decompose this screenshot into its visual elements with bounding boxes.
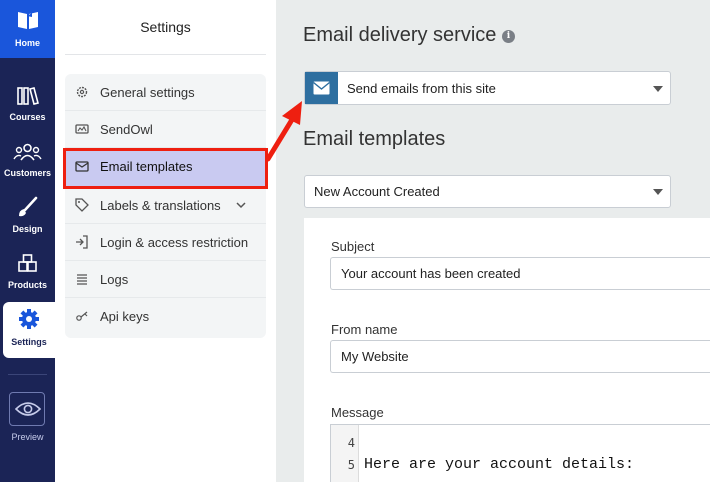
chevron-down-icon[interactable] — [235, 199, 247, 211]
email-templates-heading: Email templates — [303, 128, 446, 150]
rail-design-label: Design — [12, 224, 43, 234]
template-select-value: New Account Created — [314, 184, 440, 199]
rail-products[interactable]: Products — [0, 248, 55, 304]
email-delivery-heading: Email delivery service — [303, 24, 497, 46]
menu-item-label: Labels & translations — [100, 198, 221, 213]
gear-icon — [19, 309, 39, 329]
preview-button[interactable] — [9, 392, 45, 426]
eye-icon — [15, 402, 41, 416]
rail-courses[interactable]: Courses — [0, 80, 55, 136]
menu-item-label: SendOwl — [100, 122, 153, 137]
from-name-label: From name — [331, 322, 398, 337]
settings-divider — [65, 54, 266, 55]
rail-home-label: Home — [14, 38, 40, 48]
menu-item-label: Api keys — [100, 309, 150, 324]
code-line-5: Here are your account details: — [364, 456, 635, 473]
editor-gutter: 4 5 — [331, 425, 359, 482]
subject-input[interactable]: Your account has been created — [330, 257, 710, 290]
delivery-service-select[interactable]: Send emails from this site — [304, 71, 671, 105]
rail-customers-label: Customers — [3, 168, 51, 178]
gear-icon — [76, 86, 88, 98]
menu-item-login-access[interactable]: Login & access restriction — [65, 224, 266, 261]
rail-products-label: Products — [7, 280, 47, 290]
app-rail: Home Courses Customers Design Products S… — [0, 0, 55, 482]
line-number: 4 — [347, 436, 355, 450]
rail-divider — [8, 374, 47, 375]
menu-item-label: Logs — [100, 272, 129, 287]
menu-item-label: General settings — [100, 85, 195, 100]
menu-item-label: Login & access restriction — [100, 235, 249, 250]
rail-customers[interactable]: Customers — [0, 136, 55, 192]
brush-icon — [19, 196, 38, 217]
menu-item-api-keys[interactable]: Api keys — [65, 298, 266, 335]
chevron-down-icon — [653, 86, 663, 92]
mail-badge — [305, 72, 338, 104]
subject-label: Subject — [331, 239, 375, 254]
boxes-icon — [18, 254, 37, 272]
key-icon — [76, 311, 88, 321]
settings-title: Settings — [140, 19, 191, 35]
preview-label: Preview — [11, 432, 44, 442]
sendowl-icon — [75, 124, 89, 134]
subject-value: Your account has been created — [341, 266, 521, 281]
rail-design[interactable]: Design — [0, 192, 55, 248]
message-editor[interactable]: 4 5 Here are your account details: — [330, 424, 710, 482]
message-label: Message — [331, 405, 384, 420]
menu-item-labels-translations[interactable]: Labels & translations — [65, 187, 266, 224]
rail-home[interactable]: Home — [0, 0, 55, 58]
main-content: Email delivery service i Send emails fro… — [276, 0, 710, 482]
code-line-clipped — [364, 425, 484, 427]
rail-courses-label: Courses — [9, 112, 46, 122]
template-select[interactable]: New Account Created — [304, 175, 671, 208]
login-icon — [76, 235, 88, 249]
menu-item-general-settings[interactable]: General settings — [65, 74, 266, 111]
users-icon — [13, 143, 42, 161]
books-icon — [17, 87, 39, 105]
info-icon[interactable]: i — [502, 30, 515, 43]
menu-item-logs[interactable]: Logs — [65, 261, 266, 298]
rail-settings-label: Settings — [11, 337, 47, 347]
from-name-input[interactable]: My Website — [330, 340, 710, 373]
settings-menu: General settings SendOwl Email templates… — [65, 74, 266, 338]
line-number: 5 — [347, 458, 355, 472]
rail-settings[interactable]: Settings — [3, 302, 55, 358]
chevron-down-icon — [653, 189, 663, 195]
list-icon — [77, 274, 87, 285]
tag-icon — [75, 198, 89, 212]
template-form: Subject Your account has been created Fr… — [304, 218, 710, 482]
menu-item-sendowl[interactable]: SendOwl — [65, 111, 266, 148]
settings-panel: Settings General settings SendOwl Email … — [55, 0, 276, 482]
delivery-service-value: Send emails from this site — [347, 81, 496, 96]
annotation-highlight-box — [63, 148, 268, 189]
envelope-icon — [313, 81, 330, 95]
from-name-value: My Website — [341, 349, 409, 364]
book-logo-icon — [18, 12, 38, 29]
